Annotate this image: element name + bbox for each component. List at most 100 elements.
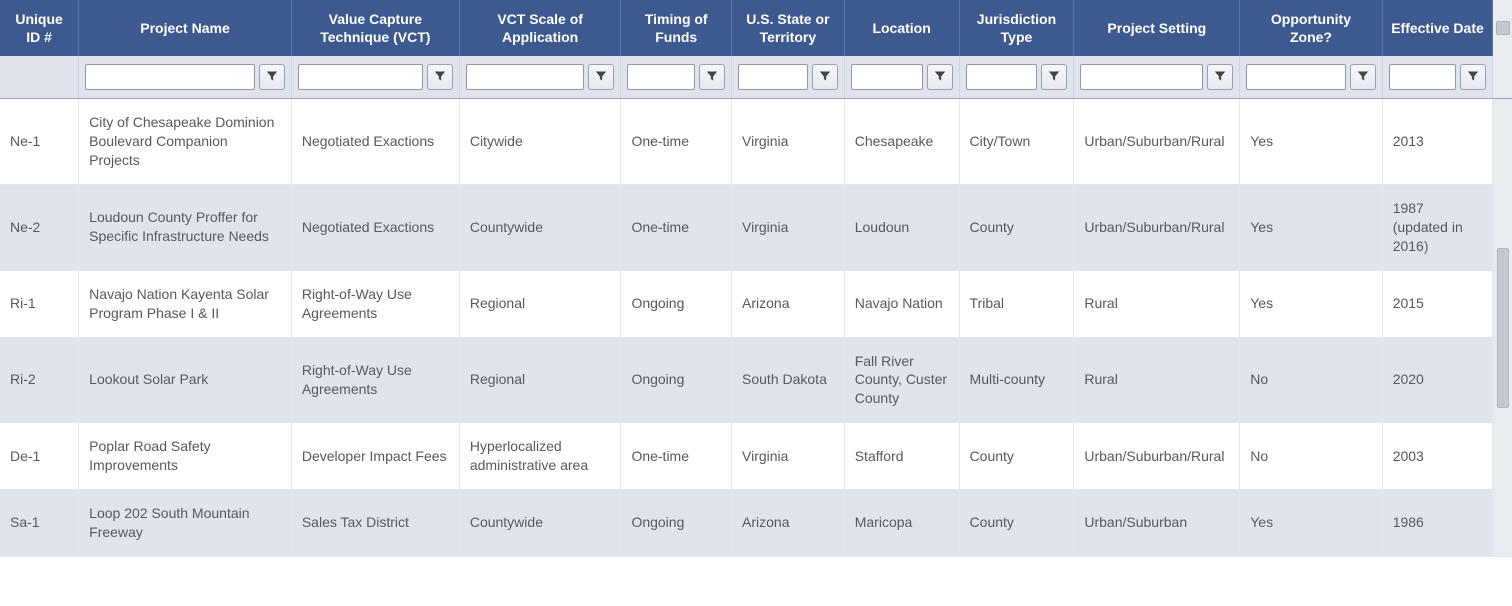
cell-eff: 2015 [1382, 270, 1493, 337]
column-header-eff[interactable]: Effective Date [1382, 0, 1493, 56]
filter-button-loc[interactable] [927, 64, 953, 90]
vertical-scrollbar-track[interactable] [1493, 99, 1512, 556]
cell-oz: Yes [1240, 185, 1382, 271]
filter-button-vct[interactable] [427, 64, 453, 90]
table-row[interactable]: Ne-1City of Chesapeake Dominion Boulevar… [0, 99, 1512, 185]
cell-loc: Maricopa [844, 489, 959, 556]
cell-setting: Urban/Suburban/Rural [1074, 99, 1240, 185]
cell-eff: 1987 (updated in 2016) [1382, 185, 1493, 271]
filter-cell-name [79, 56, 292, 99]
filter-input-state[interactable] [738, 64, 808, 90]
cell-jur: County [959, 423, 1074, 490]
cell-uid: Ne-2 [0, 185, 79, 271]
cell-name: City of Chesapeake Dominion Boulevard Co… [79, 99, 292, 185]
column-header-state[interactable]: U.S. State or Territory [732, 0, 845, 56]
cell-loc: Stafford [844, 423, 959, 490]
column-header-oz[interactable]: Opportunity Zone? [1240, 0, 1382, 56]
funnel-icon [1357, 69, 1369, 85]
filter-input-name[interactable] [85, 64, 255, 90]
cell-setting: Rural [1074, 337, 1240, 423]
horizontal-scroll-container[interactable]: Unique ID #Project NameValue Capture Tec… [0, 0, 1512, 606]
cell-scale: Countywide [459, 185, 621, 271]
filter-cell-setting [1074, 56, 1240, 99]
vertical-scrollbar-up[interactable] [1493, 0, 1512, 56]
cell-vct: Negotiated Exactions [291, 99, 459, 185]
cell-vct: Right-of-Way Use Agreements [291, 337, 459, 423]
filter-cell-scale [459, 56, 621, 99]
cell-oz: No [1240, 337, 1382, 423]
data-body: Ne-1City of Chesapeake Dominion Boulevar… [0, 99, 1512, 556]
funnel-icon [1467, 69, 1479, 85]
vertical-scrollbar-thumb[interactable] [1497, 248, 1509, 408]
cell-jur: County [959, 185, 1074, 271]
cell-uid: Ne-1 [0, 99, 79, 185]
funnel-icon [434, 69, 446, 85]
filter-button-oz[interactable] [1350, 64, 1376, 90]
cell-vct: Right-of-Way Use Agreements [291, 270, 459, 337]
filter-input-timing[interactable] [627, 64, 695, 90]
cell-jur: Multi-county [959, 337, 1074, 423]
cell-setting: Urban/Suburban/Rural [1074, 185, 1240, 271]
funnel-icon [595, 69, 607, 85]
filter-input-setting[interactable] [1080, 64, 1203, 90]
cell-oz: No [1240, 423, 1382, 490]
cell-scale: Countywide [459, 489, 621, 556]
column-header-loc[interactable]: Location [844, 0, 959, 56]
filter-button-timing[interactable] [699, 64, 725, 90]
filter-input-jur[interactable] [966, 64, 1038, 90]
filter-button-state[interactable] [812, 64, 838, 90]
table-row[interactable]: De-1Poplar Road Safety ImprovementsDevel… [0, 423, 1512, 490]
vertical-scrollbar-track-top[interactable] [1493, 56, 1512, 99]
table-row[interactable]: Ri-1Navajo Nation Kayenta Solar Program … [0, 270, 1512, 337]
cell-uid: De-1 [0, 423, 79, 490]
funnel-icon [1048, 69, 1060, 85]
column-header-jur[interactable]: Jurisdiction Type [959, 0, 1074, 56]
filter-input-oz[interactable] [1246, 64, 1345, 90]
filter-cell-loc [844, 56, 959, 99]
filter-cell-timing [621, 56, 732, 99]
filter-button-eff[interactable] [1460, 64, 1486, 90]
filter-button-setting[interactable] [1207, 64, 1233, 90]
filter-cell-jur [959, 56, 1074, 99]
cell-scale: Regional [459, 337, 621, 423]
cell-uid: Ri-1 [0, 270, 79, 337]
column-header-setting[interactable]: Project Setting [1074, 0, 1240, 56]
table-row[interactable]: Sa-1Loop 202 South Mountain FreewaySales… [0, 489, 1512, 556]
funnel-icon [819, 69, 831, 85]
filter-button-name[interactable] [259, 64, 285, 90]
filter-input-scale[interactable] [466, 64, 585, 90]
filter-cell-state [732, 56, 845, 99]
filter-button-scale[interactable] [588, 64, 614, 90]
cell-name: Lookout Solar Park [79, 337, 292, 423]
cell-eff: 2013 [1382, 99, 1493, 185]
table-row[interactable]: Ne-2Loudoun County Proffer for Specific … [0, 185, 1512, 271]
cell-timing: Ongoing [621, 337, 732, 423]
funnel-icon [1214, 69, 1226, 85]
column-header-uid[interactable]: Unique ID # [0, 0, 79, 56]
grid-viewport: Unique ID #Project NameValue Capture Tec… [0, 0, 1512, 606]
cell-state: Virginia [732, 185, 845, 271]
cell-setting: Urban/Suburban/Rural [1074, 423, 1240, 490]
column-header-scale[interactable]: VCT Scale of Application [459, 0, 621, 56]
filter-cell-oz [1240, 56, 1382, 99]
cell-timing: Ongoing [621, 489, 732, 556]
cell-name: Poplar Road Safety Improvements [79, 423, 292, 490]
filter-cell-uid [0, 56, 79, 99]
cell-vct: Sales Tax District [291, 489, 459, 556]
cell-eff: 2020 [1382, 337, 1493, 423]
filter-input-loc[interactable] [851, 64, 923, 90]
column-header-vct[interactable]: Value Capture Technique (VCT) [291, 0, 459, 56]
cell-oz: Yes [1240, 270, 1382, 337]
column-header-name[interactable]: Project Name [79, 0, 292, 56]
column-header-timing[interactable]: Timing of Funds [621, 0, 732, 56]
funnel-icon [266, 69, 278, 85]
filter-cell-vct [291, 56, 459, 99]
filter-input-vct[interactable] [298, 64, 423, 90]
cell-eff: 2003 [1382, 423, 1493, 490]
cell-uid: Sa-1 [0, 489, 79, 556]
filter-input-eff[interactable] [1389, 64, 1457, 90]
data-grid: Unique ID #Project NameValue Capture Tec… [0, 0, 1512, 557]
table-row[interactable]: Ri-2Lookout Solar ParkRight-of-Way Use A… [0, 337, 1512, 423]
filter-button-jur[interactable] [1041, 64, 1067, 90]
cell-name: Loop 202 South Mountain Freeway [79, 489, 292, 556]
